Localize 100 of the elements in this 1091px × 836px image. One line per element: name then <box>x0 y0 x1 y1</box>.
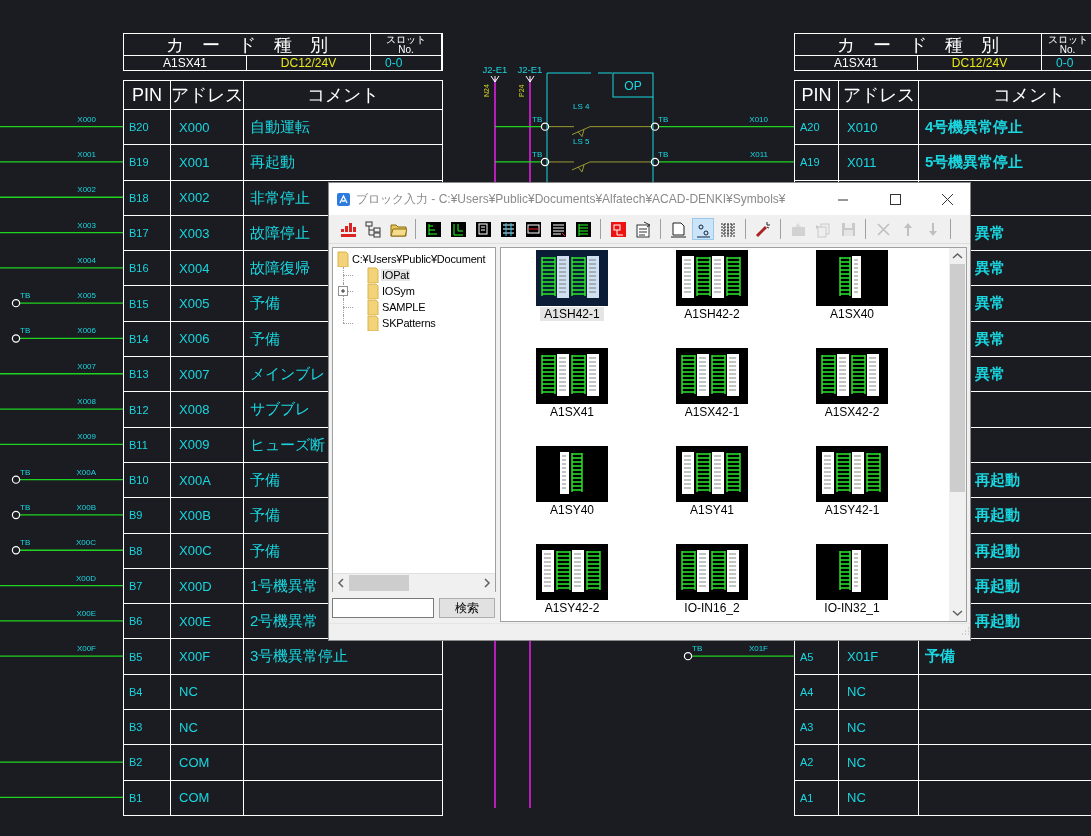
tree-item[interactable]: C:¥Users¥Public¥Document <box>351 253 487 265</box>
horizontal-scrollbar[interactable] <box>333 573 495 592</box>
table-cell: X003 <box>179 225 210 241</box>
comment-text: 1号機異常 <box>250 576 319 596</box>
tree-icon <box>364 220 382 238</box>
symbol-drawing[interactable] <box>536 250 608 306</box>
voltage-value: DC12/24V <box>918 56 1042 70</box>
symbol-label[interactable]: IO-IN16_2 <box>680 601 744 615</box>
table-cell: A20 <box>800 121 820 134</box>
symbol-label[interactable]: A1SY42-2 <box>540 601 604 615</box>
comment-text: 再起動 <box>975 612 1020 632</box>
symbol-label[interactable]: A1SH42-1 <box>540 307 604 321</box>
symbol-drawing[interactable] <box>816 446 888 502</box>
comment-text: 2号機異常 <box>250 612 319 632</box>
op-box <box>612 72 654 98</box>
panel-icon <box>549 220 567 238</box>
column-header: アドレス <box>839 81 919 110</box>
symbol-label[interactable]: A1SX42-1 <box>680 405 744 419</box>
wire-label: X005 <box>77 291 96 301</box>
symbol-label[interactable]: A1SY42-1 <box>820 503 884 517</box>
symbol-drawing[interactable] <box>676 544 748 600</box>
symbol-label[interactable]: A1SX41 <box>545 405 598 419</box>
table-cell: X002 <box>179 190 210 206</box>
panel-icon <box>524 220 542 238</box>
wire-label: X008 <box>77 397 96 407</box>
expand-icon[interactable] <box>338 286 348 296</box>
tree-item[interactable]: SAMPLE <box>381 301 427 313</box>
rail-label: J2-E1 <box>482 64 508 75</box>
table-cell: X004 <box>179 260 210 276</box>
terminal-label: TB <box>658 114 669 124</box>
wire-label: X00A <box>76 467 96 477</box>
terminal-label: TB <box>532 149 543 159</box>
search-button[interactable]: 検索 <box>439 598 495 618</box>
symbol-drawing[interactable] <box>816 544 888 600</box>
table-cell: NC <box>847 684 866 700</box>
vertical-scrollbar[interactable] <box>949 248 966 621</box>
column-header: PIN <box>124 81 171 110</box>
table-cell: X000 <box>179 119 210 135</box>
symbol-label[interactable]: A1SX42-2 <box>820 405 884 419</box>
symbol-label[interactable]: A1SY41 <box>685 503 738 517</box>
wire-label: X006 <box>77 326 96 336</box>
table-cell: X00D <box>179 578 212 594</box>
table-cell: X01F <box>847 649 879 665</box>
table-cell: X011 <box>847 154 877 170</box>
terminal-label: TB <box>658 149 669 159</box>
table-cell: COM <box>179 790 210 806</box>
page-icon <box>669 220 687 238</box>
tree-item[interactable]: IOPat <box>381 269 411 281</box>
panel-icon <box>424 220 442 238</box>
comment-text: 予備 <box>925 647 955 667</box>
symbol-drawing[interactable] <box>816 250 888 306</box>
tree-item[interactable]: IOSym <box>381 285 416 297</box>
symbol-drawing[interactable] <box>536 446 608 502</box>
table-cell: A3 <box>800 721 814 734</box>
comment-text: 異常 <box>975 294 1005 314</box>
table-cell: B3 <box>129 721 143 734</box>
comment-text: 異常 <box>975 329 1005 349</box>
symbol-drawing[interactable] <box>676 250 748 306</box>
comment-text: 再起動 <box>250 153 295 173</box>
copy-icon <box>814 220 832 238</box>
comment-text: サブブレ <box>250 400 310 420</box>
wire-label: X003 <box>77 220 96 230</box>
comment-text: 再起動 <box>975 576 1020 596</box>
symbol-drawing[interactable] <box>676 348 748 404</box>
terminal-icon <box>650 157 660 167</box>
table-cell: NC <box>179 684 198 700</box>
symbol-drawing[interactable] <box>536 348 608 404</box>
table-cell: NC <box>847 790 866 806</box>
panel-icon <box>474 220 492 238</box>
symbol-label[interactable]: A1SX40 <box>825 307 878 321</box>
properties-icon <box>634 220 652 238</box>
symbol-drawing[interactable] <box>536 544 608 600</box>
table-cell: B12 <box>129 403 149 416</box>
symbol-label[interactable]: IO-IN32_1 <box>820 601 884 615</box>
maximize-icon <box>889 193 901 205</box>
symbol-label[interactable]: A1SY40 <box>545 503 598 517</box>
table-cell: B7 <box>129 580 143 592</box>
symbol-drawing[interactable] <box>816 348 888 404</box>
comment-text: 異常 <box>975 223 1005 243</box>
cross-icon <box>874 220 892 238</box>
comment-text: 3号機異常停止 <box>250 647 349 667</box>
table-cell: A2 <box>800 756 814 769</box>
symbol-label[interactable]: A1SH42-2 <box>680 307 744 321</box>
table-cell: B14 <box>129 332 149 345</box>
table-cell: B16 <box>129 262 149 275</box>
table-cell: X00E <box>179 613 211 629</box>
comment-text: 故障停止 <box>250 223 310 243</box>
wire-label: X00B <box>76 502 96 512</box>
folder-icon <box>337 251 351 267</box>
tree-item[interactable]: SKPatterns <box>381 317 437 329</box>
table-cell: X00C <box>179 543 212 559</box>
comment-text: 再起動 <box>975 541 1020 561</box>
folder-icon <box>367 299 381 315</box>
search-field[interactable] <box>332 598 434 618</box>
terminal-label: TB <box>20 291 31 301</box>
slot-label: スロット <box>1047 34 1088 45</box>
table-cell: B19 <box>129 156 149 169</box>
table-cell: X010 <box>847 119 878 135</box>
wire-label: X011 <box>749 149 768 159</box>
symbol-drawing[interactable] <box>676 446 748 502</box>
